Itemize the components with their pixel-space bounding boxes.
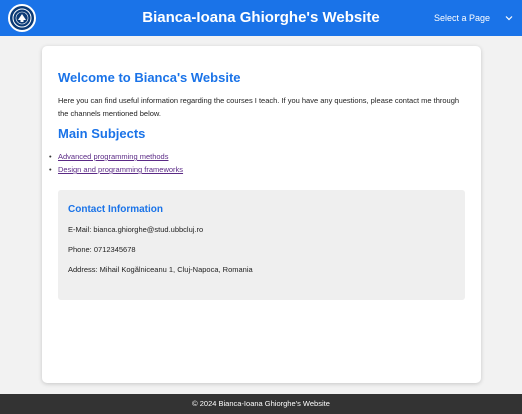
page-select-label: Select a Page <box>433 13 490 23</box>
subject-link-design-frameworks[interactable]: Design and programming frameworks <box>58 165 183 174</box>
chevron-down-icon <box>505 16 513 21</box>
list-item: • Design and programming frameworks <box>49 163 465 176</box>
contact-phone: Phone: 0712345678 <box>68 245 136 254</box>
content-card: Welcome to Bianca's Website Here you can… <box>42 46 481 383</box>
welcome-heading: Welcome to Bianca's Website <box>58 70 241 85</box>
contact-heading: Contact Information <box>68 204 163 215</box>
page-select-dropdown[interactable]: Select a Page <box>434 8 514 28</box>
intro-text: Here you can find useful information reg… <box>58 96 460 118</box>
list-item: • Advanced programming methods <box>49 150 465 163</box>
bullet-icon: • <box>49 152 52 161</box>
subjects-heading: Main Subjects <box>58 126 146 141</box>
bullet-icon: • <box>49 165 52 174</box>
university-seal-icon[interactable] <box>8 4 36 32</box>
contact-section: Contact Information E-Mail: bianca.ghior… <box>58 190 465 300</box>
subjects-list: • Advanced programming methods • Design … <box>49 150 465 176</box>
contact-address: Address: Mihail Kogălniceanu 1, Cluj-Nap… <box>68 265 253 274</box>
site-footer: © 2024 Bianca-Ioana Ghiorghe's Website <box>0 394 522 414</box>
site-header: Bianca-Ioana Ghiorghe's Website Select a… <box>0 0 522 36</box>
footer-text: © 2024 Bianca-Ioana Ghiorghe's Website <box>192 399 330 408</box>
subject-link-advanced-programming[interactable]: Advanced programming methods <box>58 152 168 161</box>
contact-email: E-Mail: bianca.ghiorghe@stud.ubbcluj.ro <box>68 225 204 234</box>
